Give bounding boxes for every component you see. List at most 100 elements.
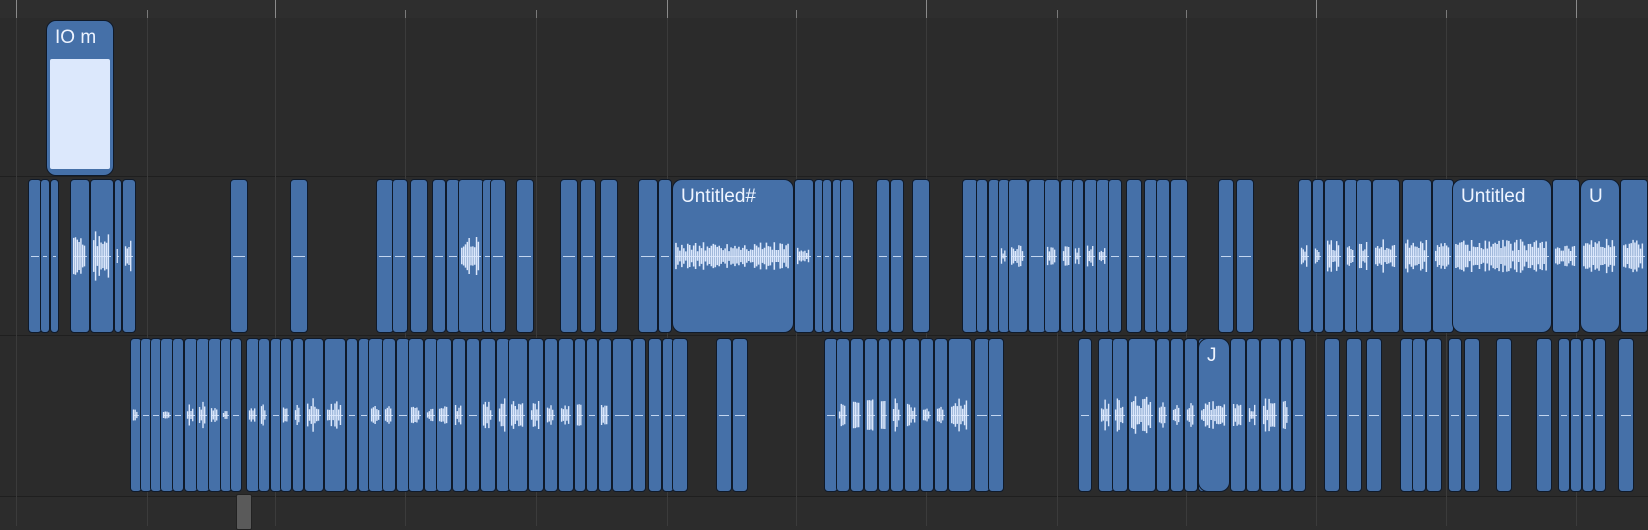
audio-region[interactable]: [452, 338, 466, 492]
audio-region[interactable]: [346, 338, 358, 492]
audio-region[interactable]: [976, 179, 988, 333]
audio-region[interactable]: [382, 338, 396, 492]
audio-region[interactable]: [1008, 179, 1028, 333]
audio-region[interactable]: [934, 338, 948, 492]
region-io-m[interactable]: IO m: [46, 20, 114, 176]
audio-region[interactable]: [574, 338, 586, 492]
audio-region[interactable]: [890, 179, 904, 333]
audio-region[interactable]: [836, 338, 850, 492]
audio-region[interactable]: [1292, 338, 1306, 492]
audio-region[interactable]: [904, 338, 920, 492]
audio-region[interactable]: [1246, 338, 1260, 492]
audio-region[interactable]: [632, 338, 646, 492]
audio-region[interactable]: [920, 338, 934, 492]
audio-region[interactable]: [1620, 179, 1648, 333]
audio-region[interactable]: [1236, 179, 1254, 333]
audio-region[interactable]: [528, 338, 544, 492]
region-untitled[interactable]: Untitled: [1452, 179, 1552, 333]
audio-region[interactable]: [1582, 338, 1594, 492]
audio-region[interactable]: [1156, 179, 1170, 333]
audio-region[interactable]: [114, 179, 122, 333]
audio-region[interactable]: [1464, 338, 1480, 492]
audio-region[interactable]: [408, 338, 424, 492]
audio-region[interactable]: [1312, 179, 1324, 333]
audio-region[interactable]: [612, 338, 632, 492]
audio-region[interactable]: [436, 338, 452, 492]
audio-region[interactable]: [1402, 179, 1432, 333]
audio-region[interactable]: [876, 179, 890, 333]
audio-region[interactable]: [1366, 338, 1382, 492]
audio-region[interactable]: [1044, 179, 1060, 333]
audio-region[interactable]: [1156, 338, 1170, 492]
audio-region[interactable]: [230, 338, 242, 492]
playhead-handle-icon[interactable]: [236, 494, 252, 530]
audio-region[interactable]: [850, 338, 864, 492]
audio-region[interactable]: [1558, 338, 1570, 492]
audio-region[interactable]: [1126, 179, 1142, 333]
audio-region[interactable]: [1280, 338, 1292, 492]
audio-region[interactable]: [878, 338, 890, 492]
audio-region[interactable]: [1078, 338, 1092, 492]
audio-region[interactable]: [392, 179, 408, 333]
audio-region[interactable]: [1356, 179, 1372, 333]
audio-region[interactable]: [1426, 338, 1442, 492]
audio-region[interactable]: [1128, 338, 1156, 492]
audio-region[interactable]: [890, 338, 904, 492]
audio-region[interactable]: [1324, 179, 1344, 333]
audio-region[interactable]: [1570, 338, 1582, 492]
audio-region[interactable]: [840, 179, 854, 333]
audio-region[interactable]: [508, 338, 528, 492]
audio-region[interactable]: [1072, 179, 1084, 333]
audio-region[interactable]: [638, 179, 658, 333]
audio-region[interactable]: [1552, 179, 1580, 333]
audio-region[interactable]: [912, 179, 930, 333]
audio-region[interactable]: [1448, 338, 1462, 492]
audio-region[interactable]: [1536, 338, 1552, 492]
audio-region[interactable]: [258, 338, 270, 492]
audio-region[interactable]: [988, 338, 1004, 492]
audio-region[interactable]: [490, 179, 506, 333]
audio-region[interactable]: [1618, 338, 1634, 492]
region-j[interactable]: J: [1198, 338, 1230, 492]
audio-region[interactable]: [1496, 338, 1512, 492]
audio-region[interactable]: [516, 179, 534, 333]
audio-region[interactable]: [732, 338, 748, 492]
audio-region[interactable]: [290, 179, 308, 333]
track-lane-1[interactable]: [0, 18, 1648, 176]
audio-region[interactable]: [672, 338, 688, 492]
audio-region[interactable]: [1184, 338, 1198, 492]
audio-region[interactable]: [1218, 179, 1234, 333]
audio-region[interactable]: [658, 179, 672, 333]
audio-region[interactable]: [1170, 179, 1188, 333]
audio-region[interactable]: [1346, 338, 1362, 492]
audio-region[interactable]: [794, 179, 814, 333]
audio-region[interactable]: [1170, 338, 1184, 492]
audio-region[interactable]: [1324, 338, 1340, 492]
audio-region[interactable]: [40, 179, 50, 333]
audio-region[interactable]: [432, 179, 446, 333]
audio-region[interactable]: [280, 338, 292, 492]
audio-region[interactable]: [948, 338, 972, 492]
audio-region[interactable]: [1112, 338, 1128, 492]
audio-region[interactable]: [410, 179, 428, 333]
audio-region[interactable]: [822, 179, 832, 333]
audio-region[interactable]: [480, 338, 496, 492]
audio-region[interactable]: [560, 179, 578, 333]
audio-region[interactable]: [458, 179, 484, 333]
audio-region[interactable]: [1594, 338, 1606, 492]
audio-region[interactable]: [70, 179, 90, 333]
audio-region[interactable]: [324, 338, 346, 492]
audio-region[interactable]: [544, 338, 558, 492]
audio-region[interactable]: [558, 338, 574, 492]
audio-region[interactable]: [122, 179, 136, 333]
audio-region[interactable]: [172, 338, 184, 492]
audio-region[interactable]: [90, 179, 114, 333]
audio-region[interactable]: [1298, 179, 1312, 333]
audio-region[interactable]: [1432, 179, 1454, 333]
audio-region[interactable]: [1108, 179, 1122, 333]
region-untitled-hash[interactable]: Untitled#: [672, 179, 794, 333]
audio-region[interactable]: [1412, 338, 1426, 492]
audio-region[interactable]: [466, 338, 480, 492]
region-u[interactable]: U: [1580, 179, 1620, 333]
audio-region[interactable]: [598, 338, 612, 492]
